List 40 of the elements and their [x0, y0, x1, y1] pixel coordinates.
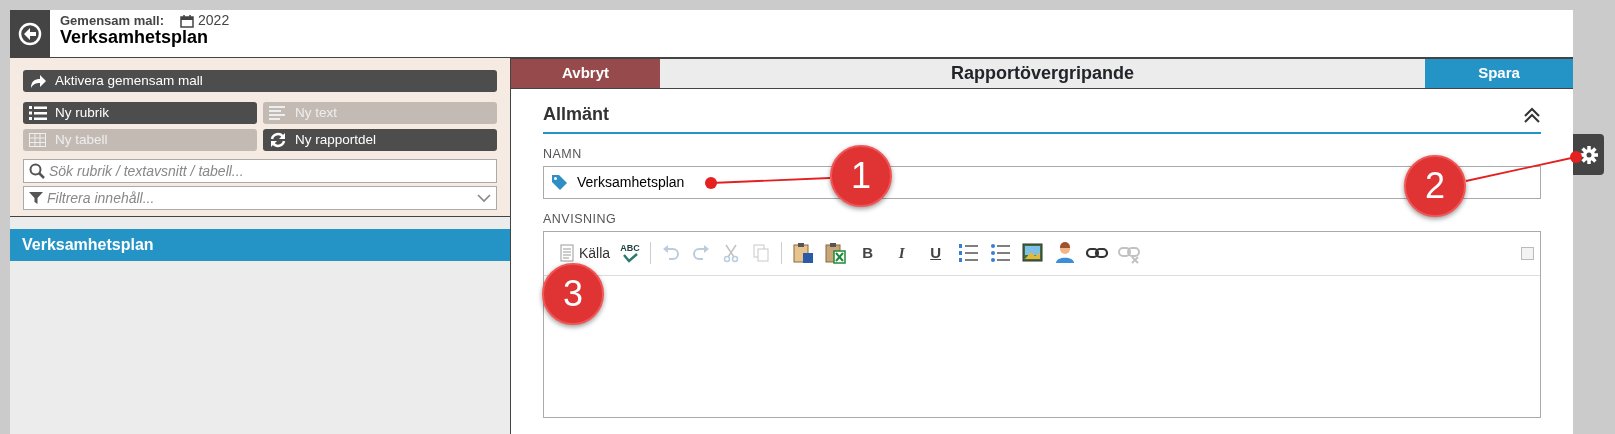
clipboard-icon [823, 242, 846, 264]
spellcheck-button[interactable]: ABC [617, 243, 643, 263]
action-button[interactable]: Ny rubrik [23, 102, 257, 124]
tag-icon [551, 174, 569, 191]
numbered-list-icon [957, 242, 980, 264]
template-label: Gemensam mall: [60, 13, 165, 28]
copy-icon [750, 243, 771, 263]
share-icon [29, 73, 47, 89]
filter-input[interactable]: Filtrera innehåll... [47, 187, 473, 209]
action-button[interactable]: Ny rapportdel [263, 129, 497, 151]
filter-icon [29, 191, 43, 205]
person-icon [1053, 242, 1076, 264]
bullet-list-icon [989, 242, 1012, 264]
redo-icon [690, 243, 711, 263]
panel-title: Rapportövergripande [951, 62, 1134, 85]
search-icon [29, 163, 45, 179]
year-label: 2022 [198, 13, 230, 29]
settings-button[interactable] [1573, 134, 1604, 175]
cancel-button[interactable]: Avbryt [511, 59, 660, 88]
source-icon [557, 243, 577, 263]
section-title: Allmänt [543, 103, 609, 126]
text-lines-icon [269, 105, 287, 121]
source-button[interactable]: Källa [554, 242, 614, 264]
chevron-down-icon [477, 193, 491, 203]
refresh-icon [269, 132, 287, 148]
field-label: NAMN [543, 146, 583, 163]
back-icon [18, 21, 42, 46]
numbered-list-icon [29, 105, 47, 121]
bold-button[interactable]: B [852, 241, 883, 265]
clipboard-icon [791, 242, 814, 264]
image-icon [1021, 242, 1044, 264]
calendar-icon [180, 13, 195, 28]
check-mark-icon [620, 252, 639, 263]
filter-dropdown[interactable]: Filtrera innehåll... [23, 186, 497, 210]
page-title: Verksamhetsplan [60, 28, 210, 49]
action-button[interactable]: Aktivera gemensam mall [23, 70, 497, 92]
underline-button[interactable]: U [920, 241, 951, 265]
field-label: ANVISNING [543, 210, 618, 228]
table-icon [29, 132, 47, 148]
italic-button[interactable]: I [886, 241, 917, 265]
